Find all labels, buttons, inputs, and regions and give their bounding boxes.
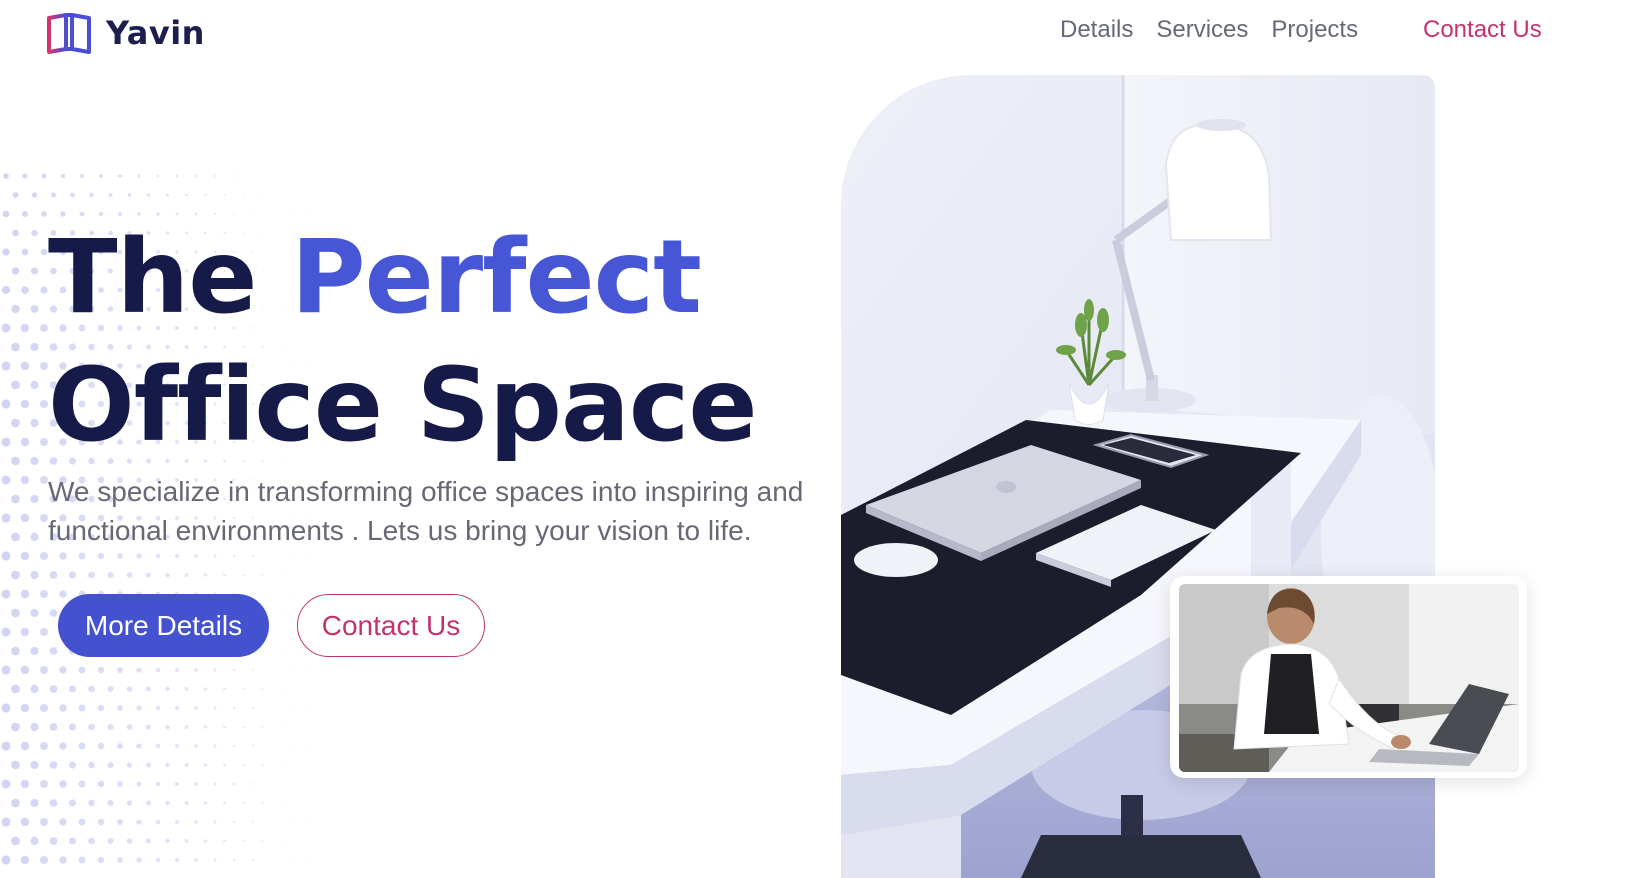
open-book-logo-icon: [46, 12, 92, 54]
hero-title: The Perfect Office Space: [48, 214, 758, 470]
main-nav: Details Services Projects: [1060, 16, 1358, 44]
hero-title-line2: Office Space: [48, 346, 758, 465]
nav-projects[interactable]: Projects: [1271, 16, 1358, 44]
more-details-button[interactable]: More Details: [58, 594, 269, 657]
contact-us-button[interactable]: Contact Us: [297, 594, 485, 657]
nav-services[interactable]: Services: [1156, 16, 1248, 44]
nav-details[interactable]: Details: [1060, 16, 1133, 44]
hero-title-part1: The: [48, 218, 257, 337]
woman-working-at-laptop-photo: [1179, 584, 1519, 772]
hero-title-accent: Perfect: [290, 218, 702, 337]
hero-subtitle: We specialize in transforming office spa…: [48, 476, 804, 546]
logo[interactable]: Yavin: [46, 12, 205, 54]
inset-image-card: [1170, 576, 1527, 778]
nav-contact-us[interactable]: Contact Us: [1423, 16, 1542, 44]
brand-name: Yavin: [106, 14, 205, 52]
